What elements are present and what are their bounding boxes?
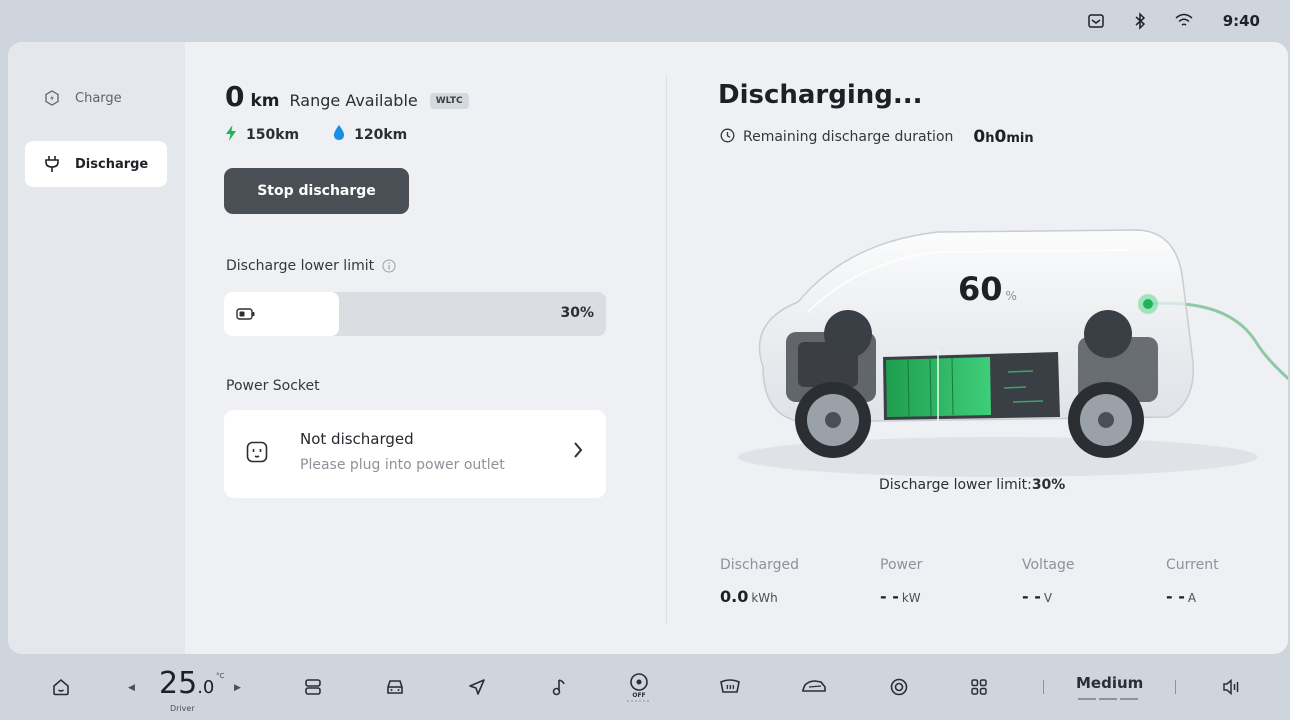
remaining-duration: Remaining discharge duration 0h0min — [720, 127, 1034, 147]
lower-limit-heading: Discharge lower limit — [226, 258, 396, 274]
car-illustration: 60% — [708, 202, 1288, 502]
wltc-badge: WLTC — [429, 93, 469, 109]
battery-percentage: 60% — [958, 270, 1017, 308]
socket-hint: Please plug into power outlet — [300, 457, 505, 473]
svg-text:OFF: OFF — [632, 692, 645, 699]
car-front-icon[interactable] — [384, 670, 406, 704]
seat-heat-icon[interactable] — [302, 670, 324, 704]
range-breakdown: 150km 120km — [225, 125, 407, 145]
apps-icon[interactable] — [968, 670, 990, 704]
fuel-range-value: 120km — [354, 127, 408, 143]
sidebar-item-charge[interactable]: Charge — [25, 75, 167, 121]
droplet-icon — [333, 125, 345, 145]
fan-level-indicator — [1078, 698, 1138, 700]
power-socket-card[interactable]: Not discharged Please plug into power ou… — [224, 410, 606, 498]
clock: 9:40 — [1222, 12, 1260, 30]
fan-speed[interactable]: Medium — [1076, 674, 1143, 692]
stat-voltage: Voltage - -V — [1022, 557, 1075, 606]
electric-range-value: 150km — [246, 127, 300, 143]
socket-icon — [246, 441, 268, 467]
stat-power: Power - - kW — [880, 557, 923, 606]
stat-discharged: Discharged 0.0 kWh — [720, 557, 800, 606]
charge-icon — [43, 89, 61, 107]
navigation-icon[interactable] — [466, 670, 488, 704]
range-summary: 0 km Range Available WLTC — [225, 80, 469, 113]
lower-limit-value: 30% — [560, 305, 594, 321]
range-label: Range Available — [289, 91, 418, 110]
range-unit: km — [250, 91, 280, 111]
sidebar-item-discharge[interactable]: Discharge — [25, 141, 167, 187]
fuel-range: 120km — [333, 125, 407, 145]
battery-icon — [236, 306, 256, 325]
bottom-dock: ◀ 25.0 °C Driver ▶ OFF Medium — [0, 654, 1290, 720]
steering-off-icon[interactable]: OFF — [624, 670, 654, 704]
electric-range: 150km — [225, 125, 299, 145]
status-bar: 9:40 — [0, 0, 1290, 42]
dock-separator — [1175, 680, 1176, 694]
car-side-icon[interactable] — [800, 670, 828, 704]
main-panel: Charge Discharge 0 km Range Available WL… — [8, 42, 1288, 654]
home-icon[interactable] — [50, 670, 72, 704]
lower-limit-slider[interactable]: 30% — [224, 292, 606, 336]
message-icon[interactable] — [1087, 12, 1105, 30]
wifi-icon[interactable] — [1175, 12, 1193, 30]
temp-label: Driver — [170, 704, 195, 713]
driver-temperature: ◀ 25.0 °C Driver ▶ — [122, 662, 242, 713]
defrost-icon[interactable] — [718, 670, 742, 704]
temp-unit: °C — [216, 672, 225, 680]
discharge-title: Discharging... — [718, 80, 923, 110]
music-icon[interactable] — [548, 670, 570, 704]
temp-up-arrow[interactable]: ▶ — [234, 683, 241, 693]
power-socket-title: Power Socket — [226, 378, 320, 394]
sidebar: Charge Discharge — [8, 42, 185, 654]
car-graphic — [738, 229, 1288, 477]
info-icon[interactable] — [382, 259, 396, 273]
volume-icon[interactable] — [1220, 670, 1242, 704]
plug-icon — [43, 155, 61, 173]
lower-limit-label: Discharge lower limit — [226, 258, 375, 274]
clock-icon — [720, 128, 735, 147]
stop-discharge-button[interactable]: Stop discharge — [224, 168, 409, 214]
temp-value: 25.0 — [159, 666, 215, 701]
stat-current: Current - -A — [1166, 557, 1219, 606]
discharge-stats: Discharged 0.0 kWh Power - - kW Voltage - … — [720, 557, 1250, 617]
temp-down-arrow[interactable]: ◀ — [128, 683, 135, 693]
lower-limit-caption: Discharge lower limit:30% — [879, 477, 1066, 493]
range-value: 0 — [225, 80, 245, 113]
record-icon[interactable] — [888, 670, 910, 704]
dock-separator — [1043, 680, 1044, 694]
remaining-value: 0h0min — [973, 127, 1034, 147]
socket-status: Not discharged — [300, 430, 414, 448]
bluetooth-icon[interactable] — [1131, 12, 1149, 30]
column-divider — [666, 74, 667, 624]
remaining-label: Remaining discharge duration — [743, 129, 954, 145]
chevron-right-icon — [572, 440, 584, 464]
lightning-icon — [225, 125, 237, 145]
sidebar-item-label: Charge — [75, 90, 122, 106]
sidebar-item-label: Discharge — [75, 156, 149, 172]
